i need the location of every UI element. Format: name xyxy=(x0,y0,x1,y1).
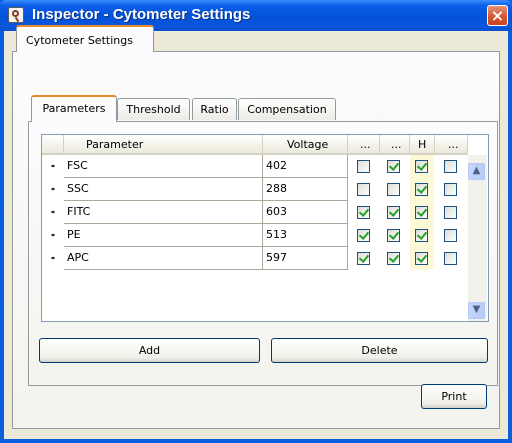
parameter-name: APC xyxy=(67,251,89,264)
parameter-name: FSC xyxy=(67,159,88,172)
column-header-label: ... xyxy=(360,138,371,151)
tab-compensation[interactable]: Compensation xyxy=(238,98,336,120)
voltage-cell[interactable]: 597 xyxy=(263,247,348,270)
checkbox-r3-c4[interactable] xyxy=(444,206,457,219)
row-indicator[interactable] xyxy=(42,247,64,270)
tab-cytometer-settings[interactable]: Cytometer Settings xyxy=(16,25,154,52)
column-header-col4[interactable]: ... xyxy=(380,135,410,155)
parameter-cell[interactable]: FSC xyxy=(64,155,263,178)
delete-button[interactable]: Delete xyxy=(271,338,488,363)
inspector-magnifier-icon xyxy=(8,7,24,23)
voltage-cell[interactable]: 513 xyxy=(263,224,348,247)
checkbox-r2-h[interactable] xyxy=(415,183,428,196)
checkbox-r4-h[interactable] xyxy=(415,229,428,242)
row-indicator[interactable] xyxy=(42,155,64,178)
checkbox-r1-c4[interactable] xyxy=(444,160,457,173)
checkbox-r4-c4[interactable] xyxy=(444,229,457,242)
checkbox-r5-c2[interactable] xyxy=(387,252,400,265)
checkbox-r3-h[interactable] xyxy=(415,206,428,219)
row-indicator[interactable] xyxy=(42,224,64,247)
window-title: Inspector - Cytometer Settings xyxy=(32,6,251,23)
parameter-name: SSC xyxy=(67,182,89,195)
grid-vertical-scrollbar[interactable]: ▲ ▼ xyxy=(468,155,487,321)
tab-label: Cytometer Settings xyxy=(26,34,133,47)
button-label: Add xyxy=(138,344,161,357)
scroll-up-button[interactable]: ▲ xyxy=(468,163,485,180)
voltage-cell[interactable]: 603 xyxy=(263,201,348,224)
voltage-value: 288 xyxy=(266,182,287,195)
checkbox-r1-h[interactable] xyxy=(415,160,428,173)
column-header-h[interactable]: H xyxy=(410,135,435,155)
checkbox-r2-c1[interactable] xyxy=(357,183,370,196)
chevron-down-icon: ▼ xyxy=(472,304,481,315)
row-indicator[interactable] xyxy=(42,178,64,201)
checkbox-r5-h[interactable] xyxy=(415,252,428,265)
parameter-cell[interactable]: FITC xyxy=(64,201,263,224)
row-header-corner xyxy=(42,135,64,155)
button-label: Print xyxy=(441,390,467,403)
voltage-cell[interactable]: 288 xyxy=(263,178,348,201)
checkbox-r5-c1[interactable] xyxy=(357,252,370,265)
tab-ratio[interactable]: Ratio xyxy=(192,98,237,120)
tab-threshold[interactable]: Threshold xyxy=(117,98,190,120)
column-header-voltage[interactable]: Voltage xyxy=(263,135,348,155)
tab-label: Ratio xyxy=(200,103,229,116)
add-button[interactable]: Add xyxy=(39,338,260,363)
voltage-value: 402 xyxy=(266,159,287,172)
row-indicator[interactable] xyxy=(42,201,64,224)
print-button[interactable]: Print xyxy=(421,384,487,409)
checkbox-r2-c4[interactable] xyxy=(444,183,457,196)
voltage-value: 513 xyxy=(266,228,287,241)
checkbox-r3-c1[interactable] xyxy=(357,206,370,219)
column-header-parameter[interactable]: Parameter xyxy=(64,135,263,155)
parameter-name: PE xyxy=(67,228,81,241)
checkbox-r1-c1[interactable] xyxy=(357,160,370,173)
column-header-label: H xyxy=(418,138,427,151)
checkbox-r2-c2[interactable] xyxy=(387,183,400,196)
voltage-cell[interactable]: 402 xyxy=(263,155,348,178)
tab-parameters[interactable]: Parameters xyxy=(31,95,117,122)
checkbox-r1-c2[interactable] xyxy=(387,160,400,173)
column-header-col6[interactable]: ... xyxy=(435,135,468,155)
column-header-label: ... xyxy=(448,138,459,151)
checkbox-r4-c1[interactable] xyxy=(357,229,370,242)
button-label: Delete xyxy=(361,344,398,357)
scroll-down-button[interactable]: ▼ xyxy=(468,302,485,319)
parameter-cell[interactable]: APC xyxy=(64,247,263,270)
column-header-label: Voltage xyxy=(287,138,329,151)
voltage-value: 597 xyxy=(266,251,287,264)
checkbox-r3-c2[interactable] xyxy=(387,206,400,219)
column-header-label: ... xyxy=(391,138,402,151)
tab-label: Threshold xyxy=(126,103,181,116)
chevron-up-icon: ▲ xyxy=(472,165,481,176)
column-header-label: Parameter xyxy=(86,138,144,151)
close-button[interactable]: × xyxy=(487,5,508,26)
column-header-col3[interactable]: ... xyxy=(348,135,380,155)
checkbox-r5-c4[interactable] xyxy=(444,252,457,265)
voltage-value: 603 xyxy=(266,205,287,218)
parameter-name: FITC xyxy=(67,205,91,218)
parameter-cell[interactable]: SSC xyxy=(64,178,263,201)
parameter-cell[interactable]: PE xyxy=(64,224,263,247)
tab-label: Parameters xyxy=(42,102,106,115)
tab-label: Compensation xyxy=(247,103,327,116)
close-icon: × xyxy=(490,6,505,25)
checkbox-r4-c2[interactable] xyxy=(387,229,400,242)
